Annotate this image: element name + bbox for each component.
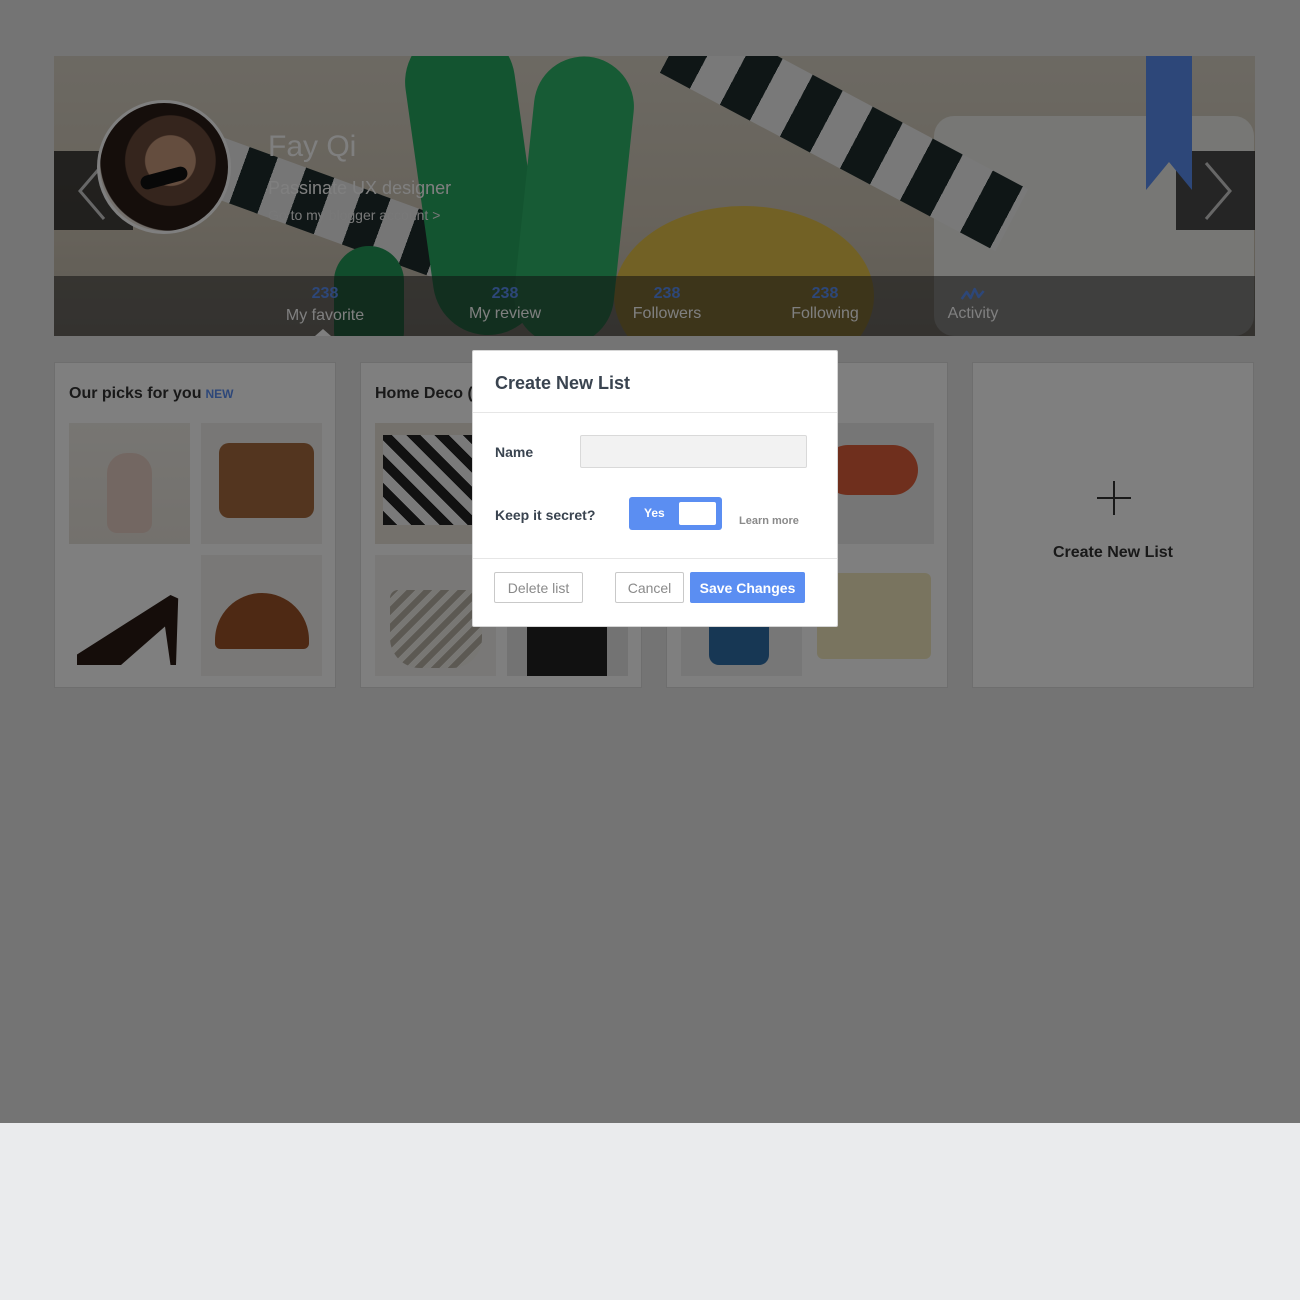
app-root: Fay Qi Passinate UX designer Go to my bl… xyxy=(0,0,1300,1123)
learn-more-link[interactable]: Learn more xyxy=(739,515,799,527)
create-list-modal: Create New List Name Keep it secret? Yes… xyxy=(472,350,838,627)
modal-divider xyxy=(473,412,837,413)
delete-list-button[interactable]: Delete list xyxy=(494,572,583,603)
secret-label: Keep it secret? xyxy=(495,507,596,523)
toggle-knob xyxy=(679,502,716,525)
cancel-button[interactable]: Cancel xyxy=(615,572,684,603)
name-label: Name xyxy=(495,444,534,460)
secret-toggle[interactable]: Yes xyxy=(629,497,722,530)
modal-title: Create New List xyxy=(495,373,631,393)
toggle-state-label: Yes xyxy=(644,506,665,520)
save-changes-button[interactable]: Save Changes xyxy=(690,572,805,603)
modal-divider xyxy=(473,558,837,559)
list-name-input[interactable] xyxy=(580,435,807,468)
